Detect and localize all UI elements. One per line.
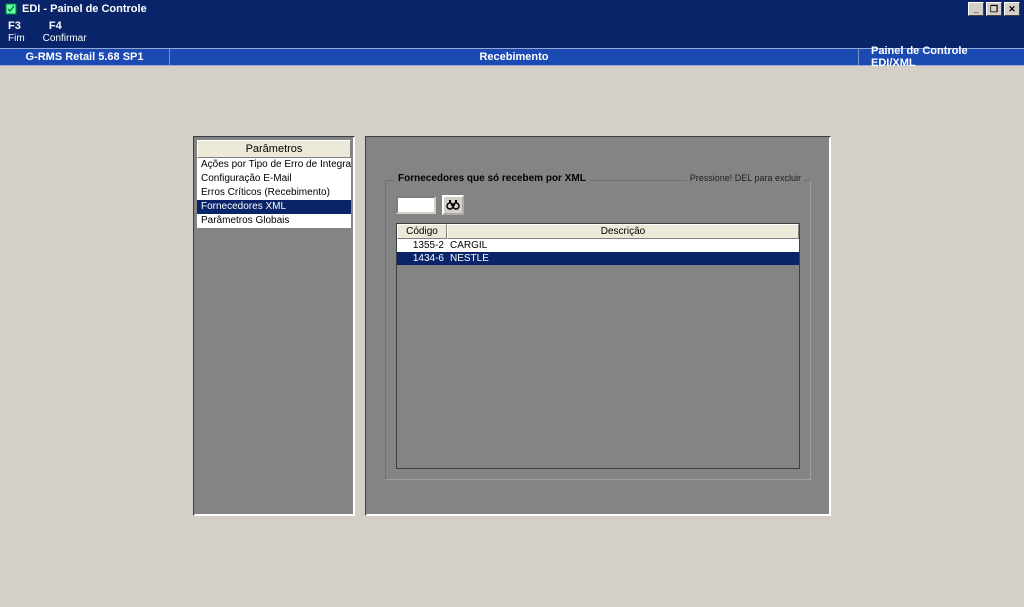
menu-label-fim[interactable]: Fim: [8, 33, 25, 44]
fornecedores-table: Código Descrição 1355-2CARGIL1434-6NESTL…: [396, 223, 800, 469]
app-icon: [4, 2, 18, 16]
menu-label-confirmar[interactable]: Confirmar: [43, 33, 87, 44]
th-codigo[interactable]: Código: [397, 224, 447, 239]
cell-descricao: CARGIL: [447, 239, 799, 252]
menubar: F3 F4 Fim Confirmar: [0, 18, 1024, 48]
main-panel: Fornecedores que só recebem por XML Pres…: [365, 136, 831, 516]
header-right: Painel de Controle EDI/XML: [859, 49, 1024, 65]
sidebar-panel: Parâmetros Ações por Tipo de Erro de Int…: [193, 136, 355, 516]
th-descricao[interactable]: Descrição: [447, 224, 799, 239]
sidebar-item[interactable]: Erros Críticos (Recebimento): [197, 186, 351, 200]
sidebar-item[interactable]: Parâmetros Globais: [197, 214, 351, 228]
workspace: Parâmetros Ações por Tipo de Erro de Int…: [0, 66, 1024, 532]
groupbox-legend: Fornecedores que só recebem por XML: [394, 173, 590, 184]
sidebar-item[interactable]: Fornecedores XML: [197, 200, 351, 214]
sidebar-item[interactable]: Configuração E-Mail: [197, 172, 351, 186]
menu-key-f4[interactable]: F4: [49, 20, 62, 32]
search-button[interactable]: [442, 195, 464, 215]
menu-key-f3[interactable]: F3: [8, 20, 21, 32]
sidebar-item[interactable]: Ações por Tipo de Erro de Integração XML: [197, 158, 351, 172]
binoculars-icon: [446, 198, 460, 213]
table-row[interactable]: 1434-6NESTLE: [397, 252, 799, 265]
table-body: 1355-2CARGIL1434-6NESTLE: [397, 239, 799, 265]
cell-codigo: 1434-6: [397, 252, 447, 265]
header-left: G-RMS Retail 5.68 SP1: [0, 49, 170, 65]
titlebar: EDI - Painel de Controle _ ❐ ✕: [0, 0, 1024, 18]
header-strip: G-RMS Retail 5.68 SP1 Recebimento Painel…: [0, 48, 1024, 66]
fornecedores-groupbox: Fornecedores que só recebem por XML Pres…: [385, 180, 811, 480]
cell-codigo: 1355-2: [397, 239, 447, 252]
close-button[interactable]: ✕: [1004, 2, 1020, 16]
table-row[interactable]: 1355-2CARGIL: [397, 239, 799, 252]
sidebar-title: Parâmetros: [197, 140, 351, 158]
cell-descricao: NESTLE: [447, 252, 799, 265]
maximize-button[interactable]: ❐: [986, 2, 1002, 16]
groupbox-hint: Pressione! DEL para excluir: [687, 173, 804, 183]
sidebar-list: Ações por Tipo de Erro de Integração XML…: [197, 158, 351, 228]
minimize-button[interactable]: _: [968, 2, 984, 16]
search-input[interactable]: [396, 196, 436, 214]
header-center: Recebimento: [170, 49, 859, 65]
window-title: EDI - Painel de Controle: [22, 3, 147, 15]
